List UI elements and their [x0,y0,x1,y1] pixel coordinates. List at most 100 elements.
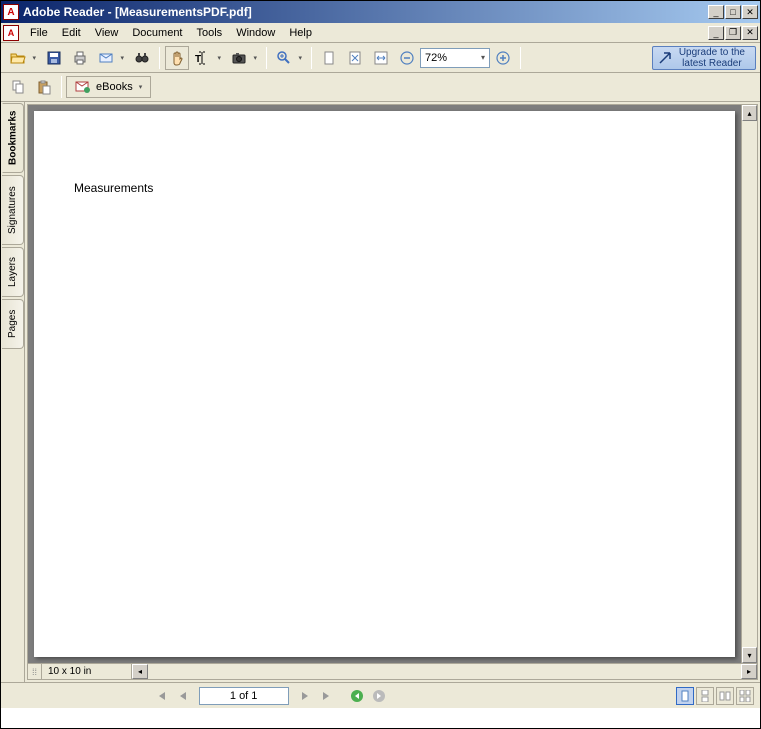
mdi-restore-button[interactable]: ❐ [725,26,741,40]
continuous-icon [699,690,711,702]
title-bar: A Adobe Reader - [MeasurementsPDF.pdf] _… [1,1,760,23]
scroll-down-button[interactable]: ▾ [742,647,757,663]
page-dimensions: 10 x 10 in [42,664,132,679]
previous-view-button[interactable] [347,687,367,705]
first-page-icon [155,690,167,702]
last-page-button[interactable] [317,687,337,705]
main-area: Bookmarks Signatures Layers Pages Measur… [1,102,760,682]
zoom-in-button[interactable] [491,46,515,70]
ebooks-label: eBooks [96,81,133,93]
ebooks-button[interactable]: eBooks [66,76,151,98]
envelope-icon [98,50,114,66]
camera-icon [231,50,247,66]
fit-page-button[interactable] [343,46,367,70]
facing-icon [719,690,731,702]
menu-view[interactable]: View [88,25,126,41]
menu-window[interactable]: Window [229,25,282,41]
text-cursor-icon: T [195,50,209,66]
horizontal-scroll-row: ⁞⁞ 10 x 10 in ◂ ▸ [28,663,757,679]
scroll-up-button[interactable]: ▴ [742,105,757,121]
copy-icon [10,79,26,95]
page-fit-icon [347,50,363,66]
maximize-button[interactable]: □ [725,5,741,19]
mdi-close-button[interactable]: ✕ [742,26,758,40]
scroll-right-button[interactable]: ▸ [741,664,757,679]
close-button[interactable]: ✕ [742,5,758,19]
scroll-track-vertical[interactable] [742,121,757,647]
first-page-button[interactable] [151,687,171,705]
actual-size-button[interactable] [317,46,341,70]
open-button[interactable] [6,46,40,70]
upgrade-button[interactable]: Upgrade to the latest Reader [652,46,756,70]
page-viewport[interactable]: Measurements [28,105,741,663]
menu-file[interactable]: File [23,25,55,41]
menu-tools[interactable]: Tools [190,25,230,41]
search-button[interactable] [130,46,154,70]
window-title: Adobe Reader - [MeasurementsPDF.pdf] [23,5,708,19]
email-button[interactable] [94,46,128,70]
tab-pages[interactable]: Pages [2,299,24,349]
prev-arrow-icon [178,690,188,702]
scroll-left-button[interactable]: ◂ [132,664,148,679]
zoom-in-tool-button[interactable] [272,46,306,70]
document-wrapper: Measurements ▴ ▾ ⁞⁞ 10 x 10 in ◂ ▸ [27,104,758,680]
page-navigation-group: 1 of 1 [151,687,389,705]
save-button[interactable] [42,46,66,70]
last-page-icon [321,690,333,702]
tab-signatures[interactable]: Signatures [2,175,24,245]
hand-icon [169,50,185,66]
app-icon: A [3,4,19,20]
page-content-text: Measurements [74,181,695,195]
next-page-button[interactable] [295,687,315,705]
pdf-page: Measurements [34,111,735,657]
back-circle-icon [350,689,364,703]
toolbar-main: T 72% ▾ Upgrade to the latest Reader [1,43,760,73]
upgrade-arrow-icon [657,50,673,66]
dropdown-arrow-icon: ▾ [481,53,485,62]
zoom-out-button[interactable] [395,46,419,70]
menu-help[interactable]: Help [282,25,319,41]
menu-edit[interactable]: Edit [55,25,88,41]
vertical-scrollbar[interactable]: ▴ ▾ [741,105,757,663]
tab-layers[interactable]: Layers [2,247,24,297]
resize-grip-icon[interactable]: ⁞⁞ [28,664,42,679]
continuous-facing-view-button[interactable] [736,687,754,705]
menu-document[interactable]: Document [125,25,189,41]
upgrade-text-line1: Upgrade to the [679,47,745,58]
select-text-button[interactable]: T [191,46,225,70]
paste-button[interactable] [32,75,56,99]
navigation-pane: Bookmarks Signatures Layers Pages [1,102,25,682]
tab-bookmarks[interactable]: Bookmarks [2,103,24,173]
zoom-input[interactable]: 72% ▾ [420,48,490,68]
menu-bar: A File Edit View Document Tools Window H… [1,23,760,43]
magnifier-plus-icon [276,50,292,66]
page-width-icon [373,50,389,66]
binoculars-icon [134,50,150,66]
print-button[interactable] [68,46,92,70]
hand-tool-button[interactable] [165,46,189,70]
scroll-track-horizontal[interactable] [148,664,741,679]
minimize-button[interactable]: _ [708,5,724,19]
facing-view-button[interactable] [716,687,734,705]
previous-page-button[interactable] [173,687,193,705]
plus-circle-icon [496,51,510,65]
next-view-button[interactable] [369,687,389,705]
ebooks-icon [75,80,91,94]
document-icon[interactable]: A [3,25,19,41]
page-number-input[interactable]: 1 of 1 [199,687,289,705]
mdi-minimize-button[interactable]: _ [708,26,724,40]
forward-circle-icon [372,689,386,703]
fit-width-button[interactable] [369,46,393,70]
page-layout-group [676,687,754,705]
single-page-view-button[interactable] [676,687,694,705]
minus-circle-icon [400,51,414,65]
snapshot-button[interactable] [227,46,261,70]
continuous-facing-icon [739,690,751,702]
continuous-view-button[interactable] [696,687,714,705]
document-canvas: Measurements ▴ ▾ [28,105,757,663]
printer-icon [72,50,88,66]
clipboard-icon [36,79,52,95]
copy-button[interactable] [6,75,30,99]
single-page-icon [679,690,691,702]
folder-open-icon [10,50,26,66]
